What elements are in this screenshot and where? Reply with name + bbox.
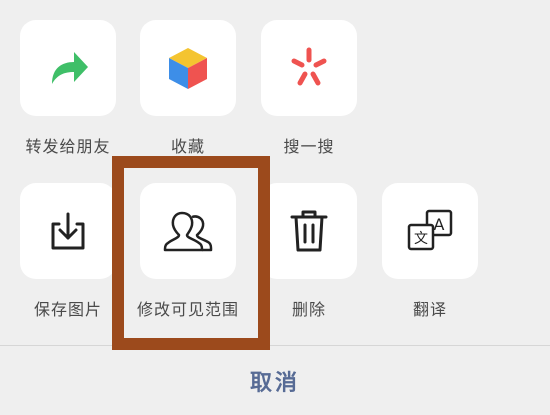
people-visibility-icon: [162, 208, 214, 254]
forward-to-friend-button[interactable]: [20, 20, 116, 116]
action-sheet: 转发给朋友 收藏 搜一搜 保存图片 修改可见范围 删除 A 文 翻译 取消: [0, 0, 550, 415]
favorite-cube-icon: [165, 45, 211, 91]
delete-button[interactable]: [261, 183, 357, 279]
delete-label: 删除: [291, 300, 326, 319]
translate-icon: A 文: [405, 208, 455, 254]
trash-icon: [289, 208, 329, 254]
search-button[interactable]: [261, 20, 357, 116]
translate-label: 翻译: [412, 300, 447, 319]
svg-text:文: 文: [414, 231, 428, 247]
translate-button[interactable]: A 文: [382, 183, 478, 279]
favorite-label: 收藏: [170, 137, 205, 156]
download-save-icon: [45, 208, 91, 254]
edit-visibility-button[interactable]: [140, 183, 236, 279]
svg-text:A: A: [434, 215, 445, 234]
search-sparkle-icon: [286, 45, 332, 91]
cancel-label: 取消: [249, 370, 300, 396]
forward-arrow-icon: [44, 44, 92, 92]
cancel-button[interactable]: 取消: [0, 346, 550, 415]
search-label: 搜一搜: [283, 137, 335, 156]
favorite-button[interactable]: [140, 20, 236, 116]
edit-visibility-label: 修改可见范围: [136, 300, 239, 319]
save-image-button[interactable]: [20, 183, 116, 279]
